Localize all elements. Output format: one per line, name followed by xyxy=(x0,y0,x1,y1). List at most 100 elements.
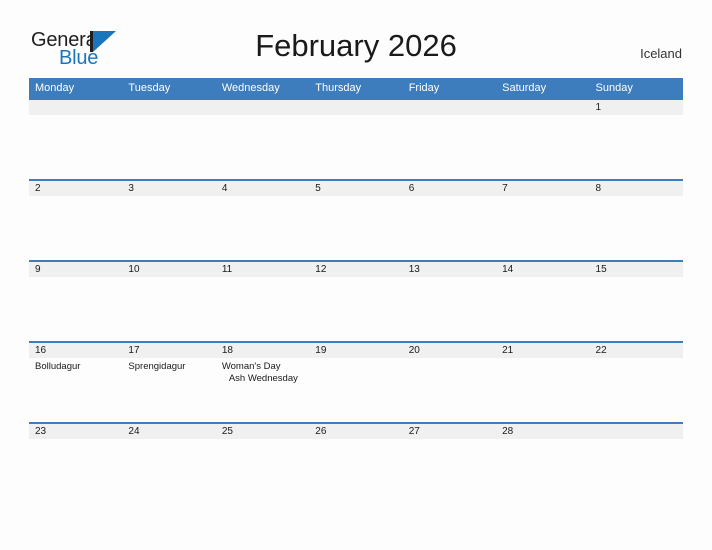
day-cell-inner: 23 xyxy=(29,422,123,503)
calendar-day-cell[interactable]: 2 xyxy=(29,179,123,260)
day-cell-inner: 8 xyxy=(589,179,683,260)
calendar-day-cell[interactable]: 17 Sprengidagur xyxy=(122,341,216,422)
calendar-day-cell[interactable]: 22 xyxy=(589,341,683,422)
calendar-day-cell[interactable] xyxy=(309,98,403,179)
day-cell-inner: 4 xyxy=(215,179,310,260)
weekday-header-wednesday: Wednesday xyxy=(215,78,310,98)
holiday-label: Ash Wednesday xyxy=(228,373,298,384)
day-cell-inner: 6 xyxy=(402,179,497,260)
calendar-day-cell[interactable]: 13 xyxy=(402,260,497,341)
day-number: 7 xyxy=(502,183,508,194)
calendar-day-cell[interactable]: 7 xyxy=(496,179,590,260)
day-number-band: 26 xyxy=(309,422,403,439)
calendar-header-row: Monday Tuesday Wednesday Thursday Friday… xyxy=(29,78,683,98)
calendar-day-cell[interactable]: 19 xyxy=(309,341,403,422)
weekday-header-saturday: Saturday xyxy=(496,78,590,98)
calendar-day-cell[interactable]: 20 xyxy=(402,341,497,422)
day-number-band: 9 xyxy=(29,260,123,277)
calendar-table: Monday Tuesday Wednesday Thursday Friday… xyxy=(29,78,683,503)
day-cell-inner: 19 xyxy=(309,341,403,422)
calendar-day-cell[interactable]: 11 xyxy=(215,260,310,341)
day-number: 20 xyxy=(408,345,420,356)
calendar-day-cell[interactable]: 8 xyxy=(589,179,683,260)
day-number xyxy=(309,100,402,102)
day-events: Sprengidagur xyxy=(122,358,215,373)
day-number-band: 21 xyxy=(496,341,590,358)
day-number-band: 28 xyxy=(496,422,590,439)
day-number: 19 xyxy=(315,345,327,356)
day-number-band: 1 xyxy=(589,98,683,115)
weekday-header-monday: Monday xyxy=(29,78,123,98)
calendar-day-cell[interactable]: 27 xyxy=(402,422,497,503)
day-number-band: 13 xyxy=(402,260,497,277)
day-cell-inner: 26 xyxy=(309,422,403,503)
calendar-day-cell[interactable] xyxy=(496,98,590,179)
day-cell-inner: 18 Woman's Day Ash Wednesday xyxy=(215,341,310,422)
day-cell-inner xyxy=(215,98,310,179)
day-number: 1 xyxy=(595,102,602,113)
day-number-band: 5 xyxy=(309,179,403,196)
day-number xyxy=(29,100,122,102)
day-number: 6 xyxy=(408,183,415,194)
day-number: 11 xyxy=(221,264,233,275)
day-events: Bolludagur xyxy=(29,358,122,373)
calendar-day-cell[interactable]: 3 xyxy=(122,179,216,260)
calendar-day-cell[interactable] xyxy=(589,422,683,503)
calendar-day-cell[interactable]: 4 xyxy=(215,179,310,260)
day-number: 12 xyxy=(315,264,327,275)
calendar-day-cell[interactable] xyxy=(29,98,123,179)
day-number-band: 15 xyxy=(589,260,683,277)
calendar-day-cell[interactable]: 9 xyxy=(29,260,123,341)
calendar-day-cell[interactable] xyxy=(402,98,497,179)
holiday-label: Sprengidagur xyxy=(128,361,186,372)
day-number-band: 14 xyxy=(496,260,590,277)
calendar-day-cell[interactable] xyxy=(122,98,216,179)
calendar-week-row: 23 24 25 26 27 28 xyxy=(29,422,683,503)
calendar-day-cell[interactable]: 26 xyxy=(309,422,403,503)
day-number xyxy=(122,100,215,102)
day-number: 23 xyxy=(35,426,47,437)
day-number: 27 xyxy=(408,426,420,437)
day-number-band: 6 xyxy=(402,179,497,196)
day-number: 28 xyxy=(502,426,514,437)
day-number: 17 xyxy=(128,345,140,356)
day-number: 8 xyxy=(595,183,602,194)
calendar-day-cell[interactable] xyxy=(215,98,310,179)
day-number-band xyxy=(496,98,590,115)
day-number-band: 12 xyxy=(309,260,403,277)
calendar-day-cell[interactable]: 23 xyxy=(29,422,123,503)
day-number: 21 xyxy=(502,345,514,356)
page-title: February 2026 xyxy=(255,28,457,63)
calendar-week-row: 16 Bolludagur 17 Sprengidagur 18 Woman's Day A… xyxy=(29,341,683,422)
day-number: 2 xyxy=(35,183,41,194)
calendar-day-cell[interactable]: 12 xyxy=(309,260,403,341)
calendar-day-cell[interactable]: 28 xyxy=(496,422,590,503)
day-cell-inner: 12 xyxy=(309,260,403,341)
calendar-day-cell[interactable]: 1 xyxy=(589,98,683,179)
calendar-day-cell[interactable]: 6 xyxy=(402,179,497,260)
day-cell-inner: 10 xyxy=(122,260,216,341)
calendar-day-cell[interactable]: 16 Bolludagur xyxy=(29,341,123,422)
day-number xyxy=(403,100,496,102)
calendar-day-cell[interactable]: 18 Woman's Day Ash Wednesday xyxy=(215,341,310,422)
day-number-band xyxy=(29,98,123,115)
day-cell-inner: 25 xyxy=(215,422,310,503)
calendar-day-cell[interactable]: 25 xyxy=(215,422,310,503)
day-number-band: 10 xyxy=(122,260,216,277)
day-cell-inner xyxy=(589,422,683,503)
calendar-day-cell[interactable]: 24 xyxy=(122,422,216,503)
day-cell-inner: 3 xyxy=(122,179,216,260)
day-number-band: 17 xyxy=(122,341,216,358)
calendar-day-cell[interactable]: 5 xyxy=(309,179,403,260)
calendar-day-cell[interactable]: 14 xyxy=(496,260,590,341)
weekday-header-sunday: Sunday xyxy=(589,78,683,98)
calendar-day-cell[interactable]: 15 xyxy=(589,260,683,341)
day-number-band: 2 xyxy=(29,179,123,196)
calendar-day-cell[interactable]: 10 xyxy=(122,260,216,341)
calendar-day-cell[interactable]: 21 xyxy=(496,341,590,422)
day-number xyxy=(216,100,309,102)
weekday-header-thursday: Thursday xyxy=(309,78,403,98)
day-cell-inner: 24 xyxy=(122,422,216,503)
day-number: 25 xyxy=(221,426,233,437)
day-number-band: 7 xyxy=(496,179,590,196)
